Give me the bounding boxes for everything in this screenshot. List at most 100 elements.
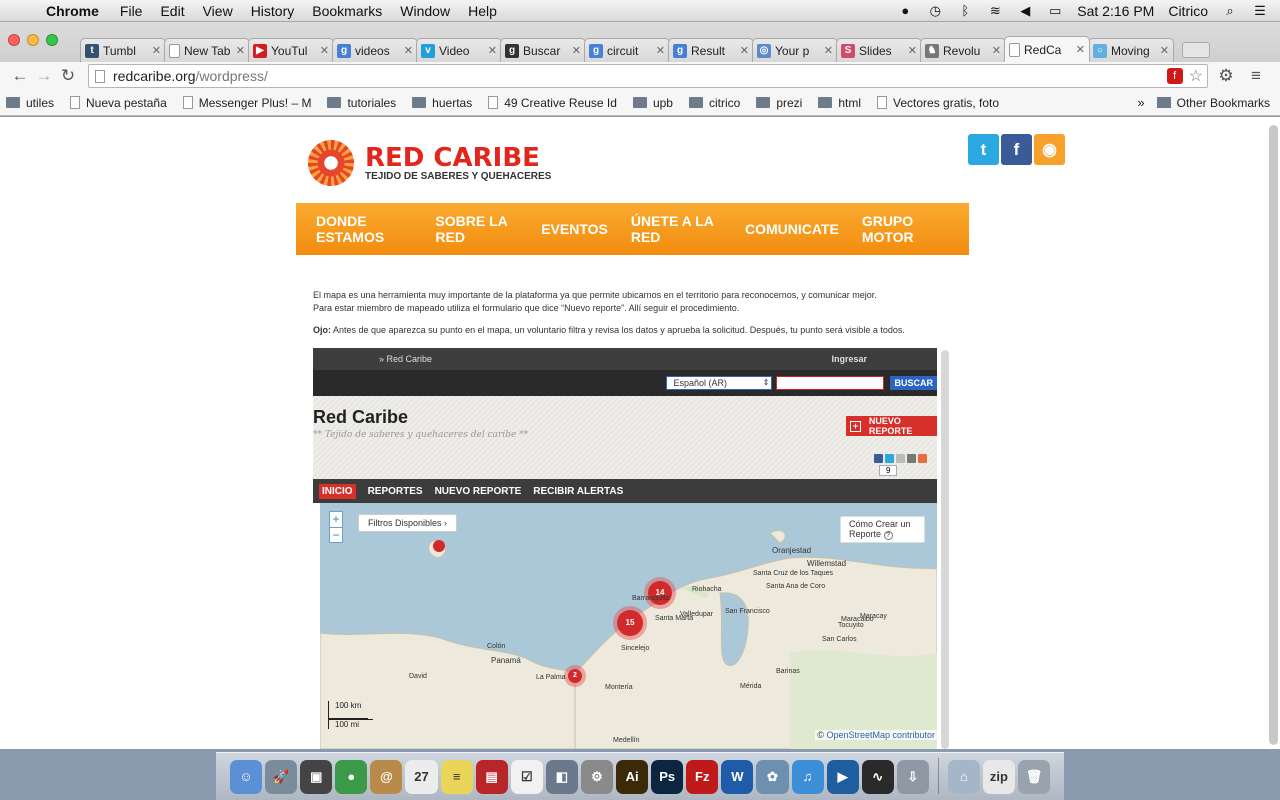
photo-booth-icon[interactable]: ▣ <box>300 760 333 794</box>
bookmark-item[interactable]: Messenger Plus! – M <box>182 96 311 110</box>
browser-tab[interactable]: ○ Moving ✕ <box>1088 38 1174 62</box>
osm-link[interactable]: OpenStreetMap contributor <box>826 730 935 740</box>
share-email-icon[interactable] <box>896 454 905 463</box>
bookmark-item[interactable]: html <box>818 96 861 110</box>
browser-tab[interactable]: ♞ Revolu ✕ <box>920 38 1006 62</box>
bookmark-item[interactable]: Vectores gratis, foto <box>877 96 999 110</box>
flash-blocked-icon[interactable]: f <box>1166 68 1183 84</box>
back-icon[interactable]: ← <box>8 66 32 86</box>
nav-eventos[interactable]: EVENTOS <box>541 221 608 237</box>
tab-close-icon[interactable]: ✕ <box>1160 44 1169 57</box>
new-tab-button[interactable] <box>1182 42 1210 58</box>
new-report-button[interactable]: + NUEVO REPORTE <box>846 416 937 436</box>
menu-window[interactable]: Window <box>391 3 459 19</box>
finder-icon[interactable]: ☺ <box>230 760 263 794</box>
map[interactable]: + − Filtros Disponibles › Cómo Crear un … <box>320 503 937 749</box>
bookmark-item[interactable]: 49 Creative Reuse Id <box>488 96 617 110</box>
iphoto-icon[interactable]: ✿ <box>756 760 789 794</box>
stickies-icon[interactable]: ≡ <box>440 760 473 794</box>
zoom-in-button[interactable]: + <box>330 512 342 527</box>
bookmarks-overflow-button[interactable]: » <box>1137 95 1144 110</box>
tab-close-icon[interactable]: ✕ <box>908 44 917 57</box>
tab-reportes[interactable]: REPORTES <box>368 486 423 497</box>
browser-tab[interactable]: ▶ YouTul ✕ <box>248 38 334 62</box>
bookmark-item[interactable]: tutoriales <box>327 96 396 110</box>
bluetooth-icon[interactable]: ᛒ <box>957 3 973 18</box>
calendar-icon[interactable]: 27 <box>405 760 438 794</box>
zip-file-icon[interactable]: zip <box>982 760 1015 794</box>
browser-tab[interactable]: t Tumbl ✕ <box>80 38 166 62</box>
time-machine-icon[interactable]: ◷ <box>927 3 943 18</box>
other-bookmarks[interactable]: Other Bookmarks <box>1156 96 1270 110</box>
launchpad-icon[interactable]: 🚀 <box>265 760 298 794</box>
bookmark-item[interactable]: utiles <box>6 96 54 110</box>
chrome-menu-icon[interactable]: ≡ <box>1244 66 1268 86</box>
menu-app-name[interactable]: Chrome <box>40 3 111 19</box>
tab-close-icon[interactable]: ✕ <box>656 44 665 57</box>
bookmark-item[interactable]: huertas <box>412 96 472 110</box>
filters-button[interactable]: Filtros Disponibles › <box>358 514 458 532</box>
downloads-icon[interactable]: ⌂ <box>947 760 980 794</box>
cluster-marker[interactable]: 15 <box>617 610 643 636</box>
reminders-icon[interactable]: ☑ <box>510 760 543 794</box>
nav-donde-estamos[interactable]: DONDE ESTAMOS <box>316 213 412 245</box>
tab-close-icon[interactable]: ✕ <box>992 44 1001 57</box>
itunes-icon[interactable]: ♫ <box>791 760 824 794</box>
wifi-icon[interactable]: ≋ <box>987 3 1003 18</box>
browser-tab[interactable]: New Tab ✕ <box>164 38 250 62</box>
twitter-icon[interactable]: t <box>968 134 999 165</box>
share-more-icon[interactable] <box>918 454 927 463</box>
clock[interactable]: Sat 2:16 PM <box>1077 3 1154 19</box>
illustrator-icon[interactable]: Ai <box>616 760 649 794</box>
cluster-marker[interactable]: 2 <box>568 669 582 683</box>
tab-close-icon[interactable]: ✕ <box>824 44 833 57</box>
bookmark-item[interactable]: upb <box>632 96 673 110</box>
word-icon[interactable]: W <box>721 760 754 794</box>
browser-tab[interactable]: v Video ✕ <box>416 38 502 62</box>
volume-icon[interactable]: ◀ <box>1017 3 1033 18</box>
menu-edit[interactable]: Edit <box>151 3 193 19</box>
tab-close-icon[interactable]: ✕ <box>572 44 581 57</box>
nav-unete[interactable]: ÚNETE A LA RED <box>631 213 722 245</box>
tab-inicio[interactable]: INICIO <box>319 483 356 499</box>
battery-icon[interactable]: ▭ <box>1047 3 1063 18</box>
quicktime-icon[interactable]: ▶ <box>826 760 859 794</box>
embed-breadcrumb[interactable]: » Red Caribe <box>379 354 432 364</box>
trash-icon[interactable]: 🗑 <box>1018 760 1051 794</box>
nav-grupo-motor[interactable]: GRUPO MOTOR <box>862 213 946 245</box>
share-twitter-icon[interactable] <box>885 454 894 463</box>
reload-icon[interactable]: ↻ <box>56 66 80 86</box>
address-bar[interactable]: redcaribe.org/wordpress/ f ☆ <box>88 64 1208 88</box>
bookmark-item[interactable]: Nueva pestaña <box>70 96 167 110</box>
rss-icon[interactable]: ◉ <box>1034 134 1065 165</box>
embed-search-input[interactable] <box>776 376 885 390</box>
system-prefs-icon[interactable]: ⚙ <box>580 760 614 794</box>
nav-sobre-la-red[interactable]: SOBRE LA RED <box>435 213 518 245</box>
bookmark-item[interactable]: citrico <box>688 96 740 110</box>
menu-history[interactable]: History <box>242 3 304 19</box>
browser-tab[interactable]: g Buscar ✕ <box>500 38 586 62</box>
page-scrollbar[interactable] <box>1269 125 1278 745</box>
zoom-window-icon[interactable] <box>46 34 58 46</box>
mail-icon[interactable]: @ <box>370 760 403 794</box>
user-name[interactable]: Citrico <box>1168 3 1208 19</box>
browser-tab[interactable]: RedCa ✕ <box>1004 36 1090 62</box>
tab-close-icon[interactable]: ✕ <box>152 44 161 57</box>
share-print-icon[interactable] <box>907 454 916 463</box>
menu-help[interactable]: Help <box>459 3 506 19</box>
bookmark-item[interactable]: prezi <box>756 96 802 110</box>
browser-tab[interactable]: ◎ Your p ✕ <box>752 38 838 62</box>
login-link[interactable]: Ingresar <box>831 354 867 364</box>
tab-close-icon[interactable]: ✕ <box>740 44 749 57</box>
how-to-report-button[interactable]: Cómo Crear un Reporte ? <box>840 516 925 543</box>
settings-gear-icon[interactable]: ⚙ <box>1214 66 1238 86</box>
filezilla-icon[interactable]: Fz <box>686 760 719 794</box>
tab-close-icon[interactable]: ✕ <box>1076 43 1085 56</box>
tab-close-icon[interactable]: ✕ <box>488 44 497 57</box>
nav-comunicate[interactable]: COMUNICATE <box>745 221 839 237</box>
browser-tab[interactable]: g Result ✕ <box>668 38 754 62</box>
site-logo[interactable]: RED CARIBE TEJIDO DE SABERES Y QUEHACERE… <box>305 137 551 189</box>
tab-close-icon[interactable]: ✕ <box>404 44 413 57</box>
share-facebook-icon[interactable] <box>874 454 883 463</box>
photo-booth-red-icon[interactable]: ▤ <box>475 760 508 794</box>
